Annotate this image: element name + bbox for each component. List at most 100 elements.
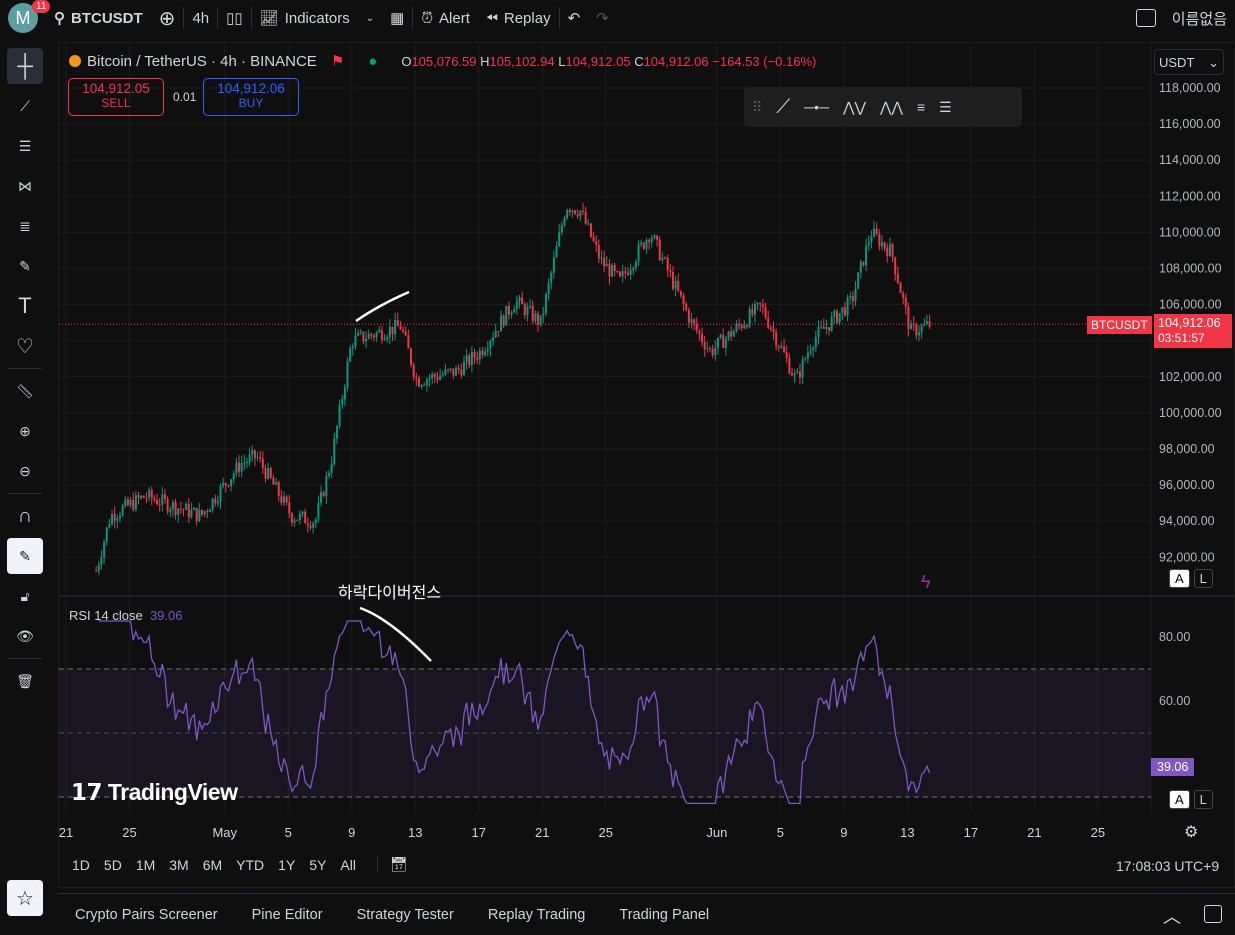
collapse-panel-icon[interactable]: ︿ <box>1163 903 1181 929</box>
text-tool[interactable]: T <box>7 288 43 324</box>
symbol-search-button[interactable]: ⚲ BTCUSDT <box>46 0 151 36</box>
candle-body <box>735 324 738 332</box>
interval-button[interactable]: 4h <box>184 0 217 36</box>
candle-body <box>116 518 119 521</box>
replay-label: Replay <box>503 9 551 27</box>
range-3m[interactable]: 3M <box>162 857 195 873</box>
candle-body <box>251 450 254 455</box>
candle-body <box>870 236 873 243</box>
candle-body <box>439 375 442 380</box>
range-5d[interactable]: 5D <box>97 857 129 873</box>
magnet-tool[interactable]: ∩ <box>7 498 43 534</box>
zoom-in-tool[interactable]: ⊕ <box>7 413 43 449</box>
remove-drawings-tool[interactable]: 🗑︎ <box>7 663 43 699</box>
lock-tool[interactable]: 🔓︎ <box>7 578 43 614</box>
icon-tool[interactable]: ♡ <box>7 328 43 364</box>
currency-select[interactable]: USDT ⌄ <box>1154 49 1224 75</box>
trendline-icon[interactable]: ⟋ <box>776 96 790 119</box>
chart-type-button[interactable]: ▯▯ <box>218 0 251 36</box>
candle-body <box>407 335 410 349</box>
candle-body <box>642 242 645 249</box>
candle-body <box>785 352 788 359</box>
indicators-button[interactable]: 📈︎ Indicators ⌄ <box>252 0 382 36</box>
drag-handle-icon[interactable]: ⠿ <box>752 99 762 116</box>
candle-body <box>142 495 145 498</box>
layout-button[interactable]: 이름없음 <box>1128 0 1235 36</box>
undo-button[interactable]: ↶ <box>560 0 589 36</box>
range-1y[interactable]: 1Y <box>271 857 302 873</box>
date-range-icon[interactable]: 📅︎ <box>376 856 408 873</box>
tab-trading-panel[interactable]: Trading Panel <box>602 907 726 923</box>
chart-canvas[interactable]: 118,000.00 116,000.00 114,000.00 112,000.00… <box>59 43 1235 889</box>
candle-body <box>648 240 651 243</box>
text-annotation[interactable]: 하락다이버전스 <box>338 579 441 603</box>
tab-crypto-pairs-screener[interactable]: Crypto Pairs Screener <box>58 907 235 923</box>
candle-body <box>835 310 838 323</box>
tab-strategy-tester[interactable]: Strategy Tester <box>340 907 471 923</box>
candle-body <box>605 264 608 267</box>
chart-area[interactable]: 118,000.00 116,000.00 114,000.00 112,000.00… <box>58 42 1235 888</box>
parallel-channel-icon[interactable]: ≡ <box>917 99 925 115</box>
elliott-wave-icon[interactable]: ⋀⋁ <box>843 99 866 116</box>
pattern-tool[interactable]: ⋈ <box>7 168 43 204</box>
forecast-tool[interactable]: ≣ <box>7 208 43 244</box>
lightning-alert-icon[interactable]: ϟ <box>921 572 931 593</box>
candle-body <box>902 293 905 298</box>
templates-button[interactable]: ▦ <box>382 0 412 36</box>
candle-body <box>140 495 143 499</box>
drawing-toolbar: ┼ ⟋ ☰ ⋈ ≣ ✎ T ♡ 📏︎ ⊕ ⊖ ∩ ✎ 🔓︎ 👁︎ 🗑︎ ☆ <box>0 44 50 935</box>
tab-replay-trading[interactable]: Replay Trading <box>471 907 603 923</box>
candle-body <box>275 482 278 485</box>
sell-button[interactable]: 104,912.05 SELL <box>68 78 164 116</box>
range-1m[interactable]: 1M <box>129 857 162 873</box>
candle-body <box>425 379 428 386</box>
favorites-button[interactable]: ☆ <box>7 880 43 916</box>
range-all[interactable]: All <box>333 857 363 873</box>
replay-button[interactable]: ⏪︎ Replay <box>478 0 559 36</box>
candle-body <box>584 211 587 224</box>
log-scale-button[interactable]: L <box>1193 569 1213 588</box>
candle-body <box>293 520 296 523</box>
close-value: 104,912.06 <box>643 53 709 69</box>
horizontal-ray-icon[interactable]: ─•─ <box>804 99 829 115</box>
candle-body <box>357 332 360 336</box>
rsi-scale-controls: AL <box>1169 790 1213 809</box>
fib-retracement-icon[interactable]: ☰ <box>939 99 952 116</box>
user-avatar[interactable]: M 11 <box>0 0 51 36</box>
abcd-pattern-icon[interactable]: ⋀⋀ <box>880 99 903 116</box>
zoom-out-tool[interactable]: ⊖ <box>7 453 43 489</box>
auto-scale-button[interactable]: A <box>1169 790 1190 809</box>
floating-drawing-toolbar: ⠿ ⟋ ─•─ ⋀⋁ ⋀⋀ ≡ ☰ <box>744 87 1022 127</box>
visibility-tool[interactable]: 👁︎ <box>7 618 43 654</box>
redo-button[interactable]: ↷ <box>588 0 617 36</box>
candle-body <box>664 257 667 259</box>
candle-body <box>420 385 423 387</box>
log-scale-button[interactable]: L <box>1193 790 1213 809</box>
candle-body <box>216 501 219 504</box>
range-ytd[interactable]: YTD <box>229 857 271 873</box>
buy-button[interactable]: 104,912.06 BUY <box>203 78 299 116</box>
range-5y[interactable]: 5Y <box>302 857 333 873</box>
candle-body <box>330 464 333 474</box>
maximize-panel-icon[interactable] <box>1204 905 1222 923</box>
auto-scale-button[interactable]: A <box>1169 569 1190 588</box>
range-6m[interactable]: 6M <box>196 857 229 873</box>
candle-body <box>547 282 550 294</box>
trendline-tool[interactable]: ⟋ <box>7 88 43 124</box>
candle-body <box>603 257 606 267</box>
stay-drawing-tool[interactable]: ✎ <box>7 538 43 574</box>
range-1d[interactable]: 1D <box>65 857 97 873</box>
brush-tool[interactable]: ✎ <box>7 248 43 284</box>
tab-pine-editor[interactable]: Pine Editor <box>235 907 340 923</box>
indicators-label: Indicators <box>284 9 350 27</box>
clock[interactable]: 17:08:03 UTC+9 <box>1116 858 1219 874</box>
low-value: 104,912.05 <box>565 53 631 69</box>
compare-button[interactable]: ⊕ <box>151 0 184 36</box>
candle-body <box>185 504 188 511</box>
settings-gear-icon[interactable]: ⚙ <box>1184 822 1198 842</box>
fib-tool[interactable]: ☰ <box>7 128 43 164</box>
measure-tool[interactable]: 📏︎ <box>7 373 43 409</box>
crosshair-tool[interactable]: ┼ <box>7 48 43 84</box>
candle-body <box>343 387 346 400</box>
alert-button[interactable]: ⏰︎ Alert <box>413 0 478 36</box>
